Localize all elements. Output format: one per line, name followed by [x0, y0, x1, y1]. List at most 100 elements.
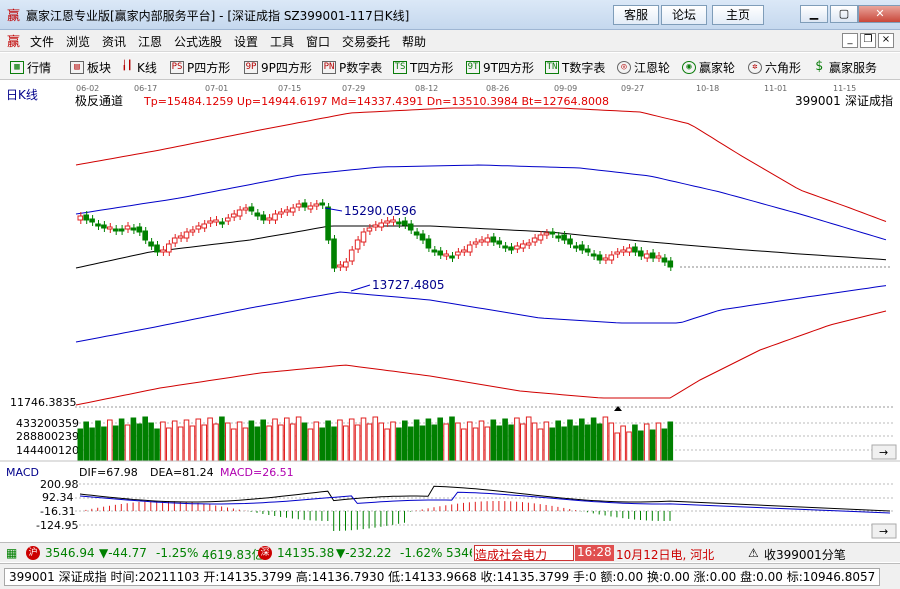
volume-bar: [437, 417, 443, 462]
volume-bar: [390, 421, 396, 462]
tool-blocks[interactable]: ▤ 板块: [70, 58, 111, 76]
tool-hexagon[interactable]: ✲ 六角形: [748, 58, 801, 76]
tool-gann-wheel[interactable]: ◎ 江恩轮: [617, 58, 670, 76]
volume-bar: [520, 423, 526, 462]
sz-index-icon: 深: [258, 546, 272, 560]
low-marker-line: [350, 284, 371, 292]
tool-label: 板块: [87, 60, 112, 75]
candle-body: [431, 249, 438, 253]
maximize-icon[interactable]: ▢: [830, 5, 858, 23]
forum-button[interactable]: 论坛: [661, 5, 707, 25]
alarm-icon[interactable]: ⚠: [748, 546, 759, 560]
tool-kline[interactable]: ╽┃ K线: [120, 58, 157, 76]
volume-bar: [496, 425, 502, 462]
menu-browse[interactable]: 浏览: [66, 33, 90, 50]
candle-body: [620, 249, 626, 253]
candle-body: [354, 239, 361, 250]
macd-dif: DIF=67.98: [79, 466, 138, 479]
news-ticker-2[interactable]: 10月12日电, 河北: [616, 546, 742, 563]
candle-body: [213, 219, 219, 223]
volume-tick: 144400120: [16, 444, 79, 457]
tool-label: 赢家轮: [699, 60, 736, 75]
menu-window[interactable]: 窗口: [306, 33, 330, 50]
menu-formula-select[interactable]: 公式选股: [174, 33, 222, 50]
volume-bar: [484, 426, 491, 462]
tick-detail-label[interactable]: 收399001分笔: [764, 546, 846, 563]
candle-body: [455, 251, 461, 256]
candle-body: [360, 231, 367, 243]
volume-bar: [118, 418, 125, 462]
volume-tick: 288800239: [16, 430, 79, 443]
candle-body: [407, 223, 414, 231]
dollar-icon: $: [815, 58, 823, 74]
minimize-icon[interactable]: ▁: [800, 5, 828, 23]
volume-bar: [620, 425, 626, 462]
volume-bar: [325, 420, 331, 462]
volume-bars: [77, 416, 674, 462]
menu-gann[interactable]: 江恩: [138, 33, 162, 50]
mdi-close-icon[interactable]: ×: [878, 33, 894, 48]
tool-9t-square[interactable]: 9T 9T四方形: [466, 58, 534, 76]
tool-label: K线: [137, 60, 157, 75]
sz-pct: -1.62%: [400, 546, 443, 560]
volume-bar: [413, 419, 420, 462]
menu-settings[interactable]: 设置: [234, 33, 258, 50]
volume-bar: [396, 427, 402, 462]
tool-winner-wheel[interactable]: ◉ 赢家轮: [682, 58, 735, 76]
high-annotation: 15290.0596: [344, 204, 417, 218]
menu-tools[interactable]: 工具: [270, 33, 294, 50]
candle-body: [171, 237, 178, 244]
chart-area[interactable]: 日K线 极反通道 Tp=15484.1259 Up=14944.6197 Md=…: [0, 80, 900, 544]
tool-label: 六角形: [765, 60, 802, 75]
blocks-icon: ▤: [70, 60, 84, 74]
volume-bar: [514, 417, 520, 462]
candle-body: [183, 231, 190, 239]
volume-bar: [608, 422, 615, 462]
volume-bar: [466, 421, 473, 462]
volume-bar: [638, 430, 644, 462]
tool-winner-service[interactable]: $ 赢家服务: [812, 58, 877, 76]
candle-body: [272, 213, 278, 221]
tool-p-table[interactable]: PN P数字表: [322, 58, 382, 76]
volume-bar: [649, 429, 656, 462]
candle-body: [89, 218, 95, 223]
volume-bar: [449, 416, 455, 462]
candle-body: [101, 224, 107, 229]
candle-body: [260, 214, 266, 221]
volume-bar: [313, 421, 320, 462]
tool-quotes[interactable]: ▦ 行情: [10, 58, 51, 76]
customer-service-button[interactable]: 客服: [613, 5, 659, 25]
candle-body: [649, 252, 656, 259]
news-ticker-1[interactable]: 造成社会电力: [474, 545, 574, 561]
macd-histogram: [85, 501, 671, 531]
macd-tick: 92.34: [42, 491, 74, 504]
candle-body: [626, 247, 632, 253]
menu-trade[interactable]: 交易委托: [342, 33, 390, 50]
grid-small-icon[interactable]: ▦: [6, 546, 17, 560]
volume-bar: [248, 420, 255, 462]
volume-bar: [89, 427, 95, 462]
candle-body: [266, 217, 272, 221]
kline-chart[interactable]: 日K线 极反通道 Tp=15484.1259 Up=14944.6197 Md=…: [0, 80, 900, 544]
tool-t-table[interactable]: TN T数字表: [545, 58, 605, 76]
menu-info[interactable]: 资讯: [102, 33, 126, 50]
close-icon[interactable]: ✕: [858, 5, 900, 23]
volume-bar: [319, 427, 325, 462]
candle-body: [614, 251, 621, 255]
home-button[interactable]: 主页: [712, 5, 764, 25]
right-arrow-icon: →: [879, 525, 888, 538]
tool-t-square[interactable]: TS T四方形: [393, 58, 453, 76]
menu-help[interactable]: 帮助: [402, 33, 426, 50]
menu-file[interactable]: 文件: [30, 33, 54, 50]
tool-9p-square[interactable]: 9P 9P四方形: [244, 58, 312, 76]
date-label: 11-15: [833, 84, 856, 93]
mdi-minimize-icon[interactable]: _: [842, 33, 858, 48]
candles-icon: ╽┃: [121, 60, 133, 71]
volume-bar: [461, 428, 467, 462]
tool-p-square[interactable]: PS P四方形: [170, 58, 230, 76]
candle-body: [531, 237, 538, 243]
indicator-name: 极反通道: [75, 94, 123, 108]
mdi-restore-icon[interactable]: ❐: [860, 33, 876, 48]
candle-body: [537, 234, 544, 241]
volume-bar: [166, 427, 172, 462]
